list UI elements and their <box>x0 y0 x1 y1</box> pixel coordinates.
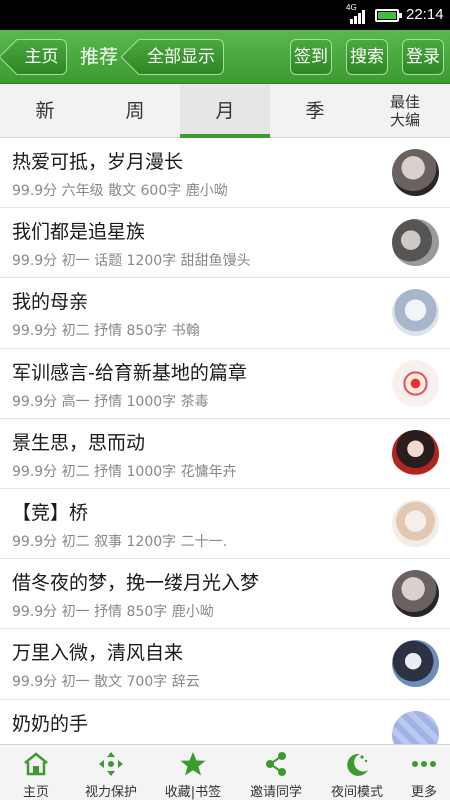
article-title: 我的母亲 <box>12 291 89 314</box>
nav-invite-label: 邀请同学 <box>249 785 302 800</box>
status-bar: 4G 22:14 <box>0 0 450 30</box>
author-avatar[interactable] <box>392 640 439 688</box>
tab-month[interactable]: 月 <box>180 84 270 138</box>
share-icon <box>266 752 286 776</box>
article-list: 热爱可抵，岁月漫长 99.9分 六年级 散文 600字 鹿小呦我们都是追星族 99.… <box>0 138 450 744</box>
author-avatar[interactable] <box>392 289 439 337</box>
nav-favorites[interactable]: 收藏|书签 <box>150 745 236 800</box>
page-title: 推荐 <box>80 46 119 68</box>
nav-more[interactable]: 更多 <box>398 745 450 800</box>
article-meta: 99.9分 初一 散文 700字 辞云 <box>12 674 200 691</box>
tab-new[interactable]: 新 <box>0 84 90 138</box>
article-item[interactable]: 【竞】桥 99.9分 初二 叙事 1200字 二十一. <box>0 488 450 560</box>
author-avatar[interactable] <box>392 219 439 267</box>
nav-eye-protect-label: 视力保护 <box>84 785 137 800</box>
author-avatar[interactable] <box>392 570 439 618</box>
article-meta: 99.9分 初一 话题 1200字 甜甜鱼馒头 <box>12 253 251 270</box>
network-type-label: 4G <box>346 3 357 12</box>
article-item[interactable]: 万里入微，清风自来 99.9分 初一 散文 700字 辞云 <box>0 629 450 700</box>
article-item[interactable]: 热爱可抵，岁月漫长 99.9分 六年级 散文 600字 鹿小呦 <box>0 138 450 209</box>
tab-season[interactable]: 季 <box>270 84 360 138</box>
clock: 22:14 <box>406 6 444 23</box>
nav-favorites-label: 收藏|书签 <box>164 785 222 800</box>
article-meta: 99.9分 初二 叙事 1200字 二十一. <box>12 533 228 550</box>
article-item[interactable]: 军训感言-给育新基地的篇章 99.9分 高一 抒情 1000字 茶毒 <box>0 348 450 419</box>
bottom-nav: 主页 视力保护 收藏|书签 邀请同学 夜间模式 更多 <box>0 744 450 800</box>
eye-protect-icon <box>99 752 123 776</box>
article-meta: 99.9分 初一 抒情 850字 鹿小呦 <box>12 604 214 621</box>
article-item[interactable]: 奶奶的手 <box>0 699 450 744</box>
ranking-tabs: 新 周 月 季 最佳大编 <box>0 84 450 138</box>
article-title: 【竞】桥 <box>12 501 89 524</box>
article-title: 热爱可抵，岁月漫长 <box>12 151 184 173</box>
nav-night-mode-label: 夜间模式 <box>330 785 383 800</box>
author-avatar[interactable] <box>392 499 439 547</box>
article-title: 我们都是追星族 <box>12 221 146 244</box>
checkin-button[interactable]: 签到 <box>290 39 332 75</box>
nav-eye-protect[interactable]: 视力保护 <box>72 745 150 800</box>
article-item[interactable]: 我的母亲 99.9分 初二 抒情 850字 书翰 <box>0 278 450 349</box>
show-all-button[interactable]: 全部显示 <box>139 39 224 75</box>
login-button[interactable]: 登录 <box>402 39 444 75</box>
article-title: 万里入微，清风自来 <box>12 642 184 665</box>
signal-icon: 4G <box>346 3 366 24</box>
article-item[interactable]: 景生思，思而动 99.9分 初二 抒情 1000字 花慵年卉 <box>0 418 450 489</box>
app-header: 主页 推荐 全部显示 签到 搜索 登录 <box>0 30 450 84</box>
moon-icon <box>347 753 368 776</box>
article-title: 奶奶的手 <box>12 712 89 735</box>
tab-week[interactable]: 周 <box>90 84 180 138</box>
article-meta: 99.9分 初二 抒情 1000字 花慵年卉 <box>12 463 237 480</box>
tab-best-editor[interactable]: 最佳大编 <box>360 84 450 138</box>
author-avatar[interactable] <box>392 710 439 744</box>
star-icon <box>180 752 206 776</box>
search-label: 搜索 <box>350 47 384 67</box>
article-item[interactable]: 我们都是追星族 99.9分 初一 话题 1200字 甜甜鱼馒头 <box>0 208 450 279</box>
author-avatar[interactable] <box>392 149 439 196</box>
nav-night-mode[interactable]: 夜间模式 <box>316 745 398 800</box>
home-icon <box>24 752 48 776</box>
author-avatar[interactable] <box>392 359 439 407</box>
home-back-label: 主页 <box>24 47 59 67</box>
article-meta: 99.9分 高一 抒情 1000字 茶毒 <box>12 393 209 410</box>
article-title: 景生思，思而动 <box>12 431 146 454</box>
search-button[interactable]: 搜索 <box>346 39 388 75</box>
article-item[interactable]: 借冬夜的梦，挽一缕月光入梦 99.9分 初一 抒情 850字 鹿小呦 <box>0 559 450 630</box>
article-meta: 99.9分 六年级 散文 600字 鹿小呦 <box>12 183 228 199</box>
author-avatar[interactable] <box>392 429 439 477</box>
nav-more-label: 更多 <box>410 785 437 800</box>
login-label: 登录 <box>406 47 440 67</box>
show-all-label: 全部显示 <box>147 47 215 67</box>
article-title: 借冬夜的梦，挽一缕月光入梦 <box>12 572 260 595</box>
nav-invite[interactable]: 邀请同学 <box>236 745 316 800</box>
home-back-button[interactable]: 主页 <box>17 39 67 75</box>
nav-home-label: 主页 <box>22 785 49 800</box>
checkin-label: 签到 <box>294 47 328 67</box>
battery-icon <box>375 9 402 22</box>
nav-home[interactable]: 主页 <box>0 745 72 800</box>
article-meta: 99.9分 初二 抒情 850字 书翰 <box>12 323 200 340</box>
tab-best-editor-label: 最佳大编 <box>389 93 420 129</box>
more-icon <box>412 761 436 767</box>
article-title: 军训感言-给育新基地的篇章 <box>12 361 247 384</box>
